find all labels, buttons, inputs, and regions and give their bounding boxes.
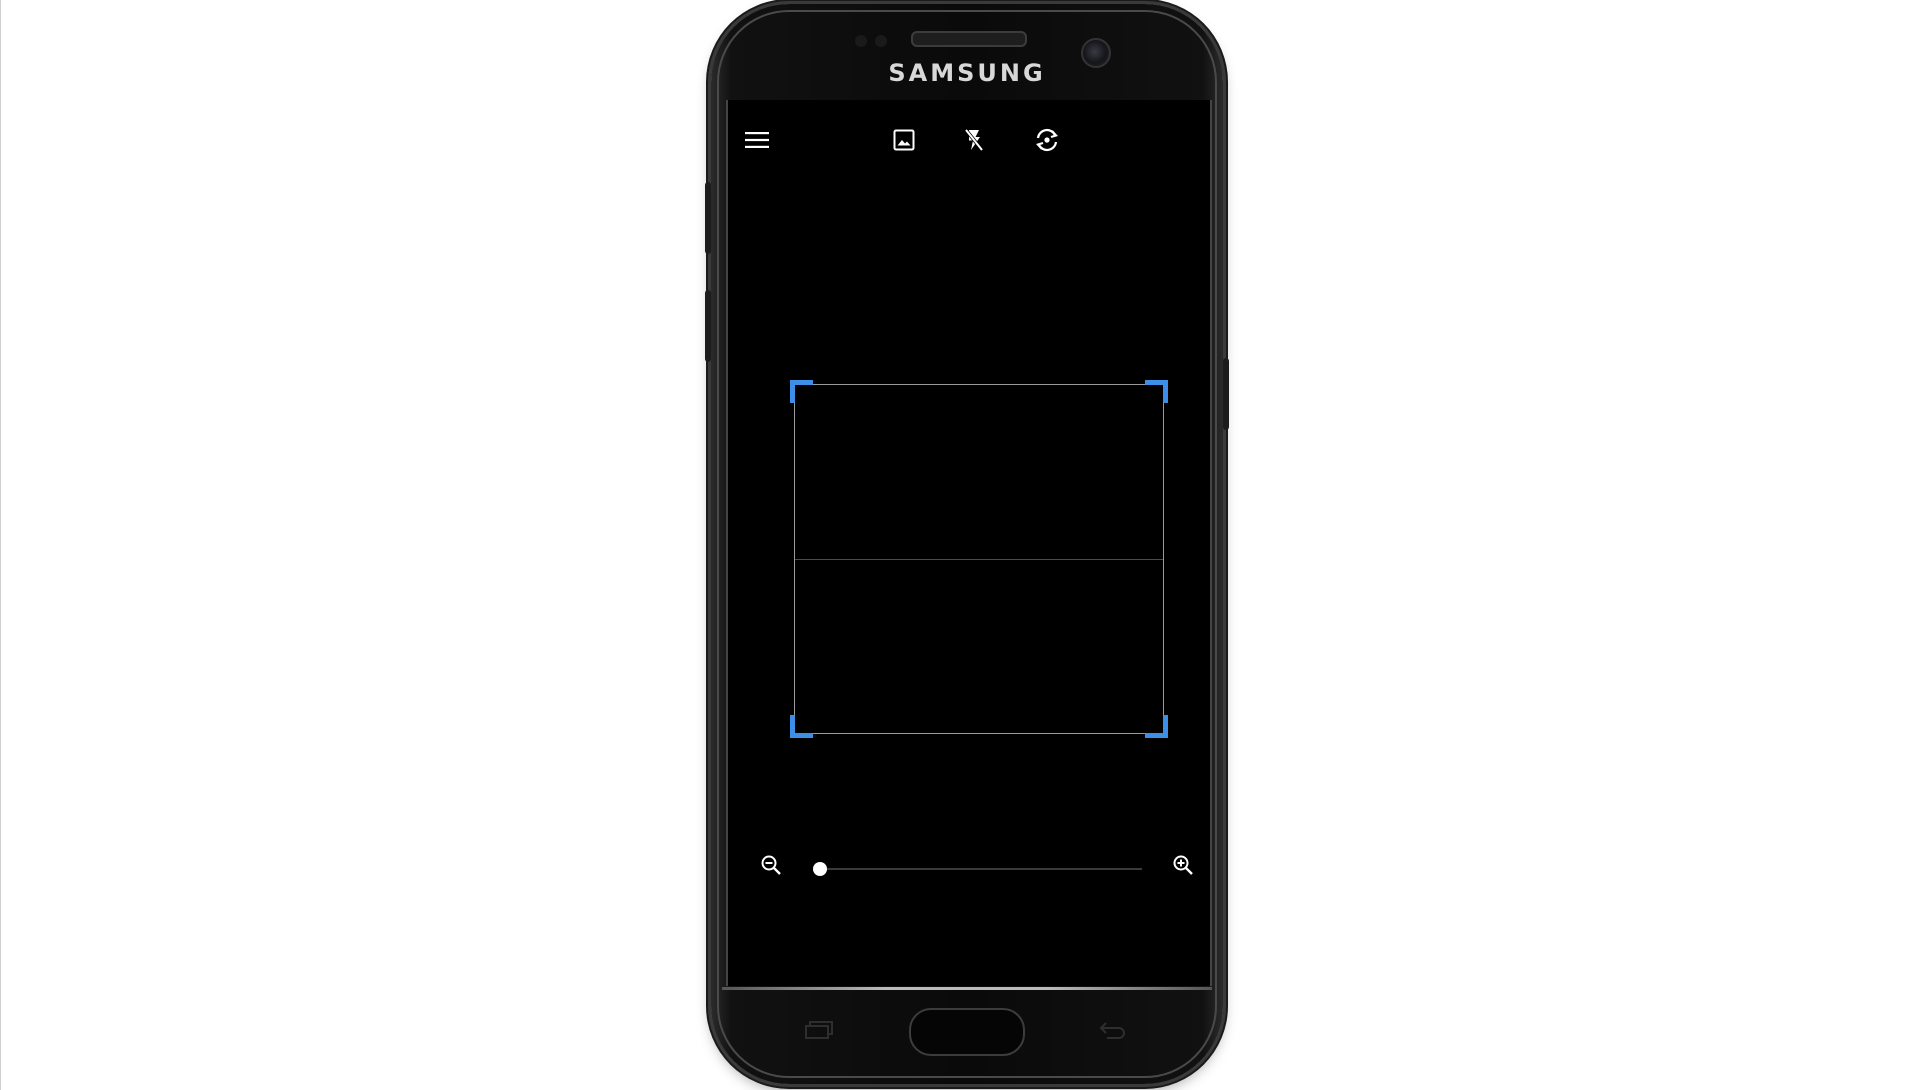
zoom-in-icon[interactable] (1167, 849, 1199, 881)
scan-laser-line (795, 559, 1163, 560)
home-button[interactable] (909, 1008, 1025, 1056)
scan-frame (790, 380, 1168, 738)
volume-up-button[interactable] (705, 182, 711, 254)
switch-camera-icon[interactable] (1031, 124, 1063, 156)
scan-corner-top-left (790, 380, 813, 403)
earpiece-speaker (911, 31, 1027, 47)
volume-down-button[interactable] (705, 290, 711, 362)
screen-bottom-edge (722, 987, 1212, 990)
recent-apps-icon[interactable] (801, 1018, 837, 1042)
zoom-slider-track[interactable] (813, 862, 1142, 876)
power-button[interactable] (1223, 358, 1229, 430)
back-icon[interactable] (1095, 1018, 1131, 1042)
proximity-sensor (855, 35, 867, 47)
gallery-icon[interactable] (888, 124, 920, 156)
phone-device: SAMSUNG (705, 4, 1229, 1084)
left-edge-line (0, 0, 1, 1090)
camera-screen (726, 100, 1212, 986)
brand-logo: SAMSUNG (888, 59, 1046, 87)
scan-corner-bottom-right (1145, 715, 1168, 738)
light-sensor (875, 35, 887, 47)
flash-off-icon[interactable] (958, 124, 990, 156)
menu-icon[interactable] (741, 124, 773, 156)
zoom-slider-thumb[interactable] (813, 862, 827, 876)
scan-corner-top-right (1145, 380, 1168, 403)
scan-corner-bottom-left (790, 715, 813, 738)
stage: SAMSUNG (0, 0, 1920, 1090)
zoom-out-icon[interactable] (755, 849, 787, 881)
